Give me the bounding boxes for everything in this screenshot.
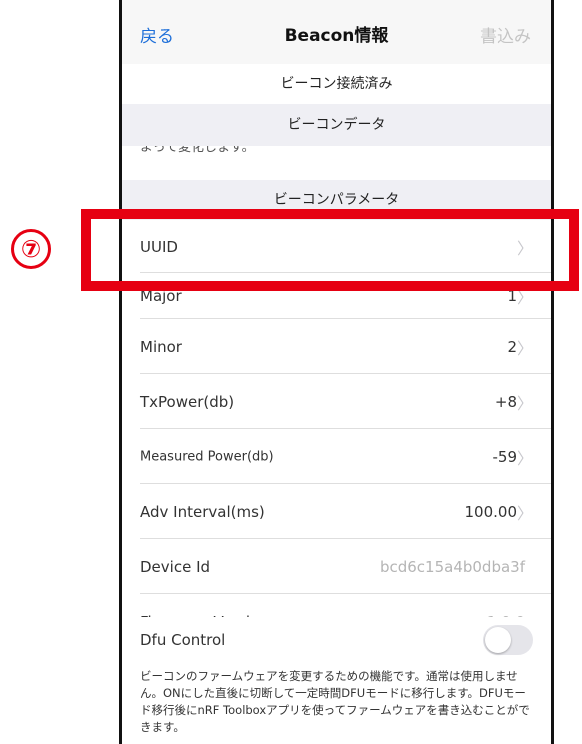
row-adv-interval[interactable]: Adv Interval(ms) 100.00 〉 <box>122 484 551 539</box>
row-label-dfu-control: Dfu Control <box>140 631 226 649</box>
row-value-measured-power: -59 <box>492 447 518 466</box>
row-value-txpower: +8 <box>494 392 517 411</box>
dfu-description: ビーコンのファームウェアを変更するための機能です。通常は使用しません。ONにした… <box>140 669 530 734</box>
step-number-marker: ⑦ <box>11 229 51 269</box>
row-label-txpower: TxPower(db) <box>140 392 235 411</box>
chevron-right-icon: 〉 <box>516 338 533 358</box>
row-value-device-id: bcd6c15a4b0dba3f <box>379 557 525 576</box>
toggle-knob <box>485 627 511 653</box>
dfu-toggle-switch[interactable] <box>483 625 533 655</box>
row-minor[interactable]: Minor 2 〉 <box>122 319 551 374</box>
navigation-bar: 戻る Beacon情報 書込み <box>122 0 551 65</box>
chevron-right-icon: 〉 <box>516 448 533 468</box>
connection-status: ビーコン接続済み <box>122 64 551 104</box>
row-label-measured-power: Measured Power(db) <box>140 449 274 464</box>
chevron-right-icon: 〉 <box>516 503 533 523</box>
row-txpower[interactable]: TxPower(db) +8 〉 <box>122 374 551 429</box>
row-label-minor: Minor <box>140 337 182 356</box>
row-device-id: Device Id bcd6c15a4b0dba3f <box>122 539 551 594</box>
row-value-minor: 2 <box>507 337 517 356</box>
row-value-adv-interval: 100.00 <box>464 502 518 521</box>
partial-description-text: よって変化します。 <box>122 146 551 180</box>
row-dfu-control: Dfu Control <box>122 617 551 663</box>
uuid-highlight-box <box>81 209 579 291</box>
section-header-beacon-data: ビーコンデータ <box>122 104 551 146</box>
partial-description-label: よって変化します。 <box>140 146 255 155</box>
phone-screen: 戻る Beacon情報 書込み ビーコン接続済み ビーコンデータ よって変化しま… <box>119 0 554 744</box>
chevron-right-icon: 〉 <box>516 393 533 413</box>
row-label-adv-interval: Adv Interval(ms) <box>140 502 265 521</box>
write-button[interactable]: 書込み <box>480 22 531 47</box>
row-label-device-id: Device Id <box>140 557 211 576</box>
row-measured-power[interactable]: Measured Power(db) -59 〉 <box>122 429 551 484</box>
